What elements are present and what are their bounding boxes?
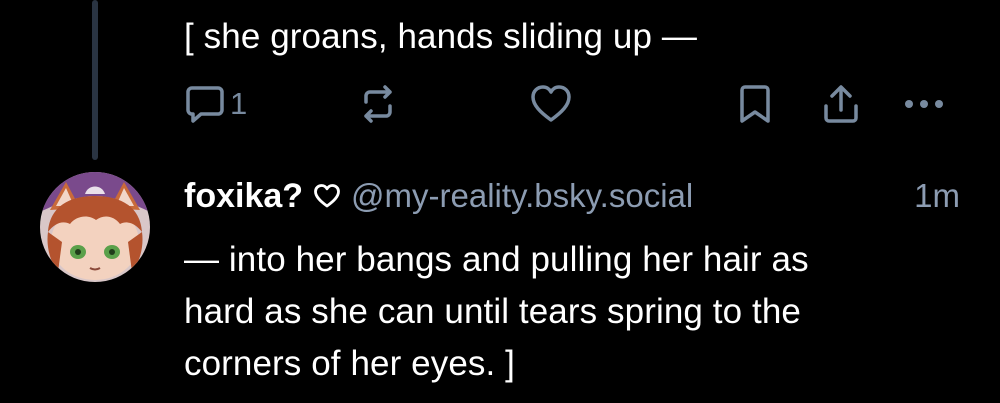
heart-icon (531, 85, 571, 122)
post-body-line: corners of her eyes. ] (184, 344, 515, 383)
like-button[interactable] (530, 82, 572, 126)
post-body-line: — into her bangs and pulling her hair as (184, 240, 809, 279)
reply-button[interactable]: 1 (186, 82, 247, 126)
post-body-line: hard as she can until tears spring to th… (184, 292, 801, 331)
reply-bubble-icon (186, 86, 224, 123)
more-icon (905, 100, 943, 108)
thread-connector-line (92, 0, 98, 160)
bookmark-button[interactable] (739, 82, 771, 126)
share-button[interactable] (822, 82, 860, 126)
heart-outline-icon (313, 183, 341, 209)
post-body: — into her bangs and pulling her hair as… (184, 234, 974, 390)
bookmark-icon (740, 85, 770, 123)
previous-post-text: [ she groans, hands sliding up — (184, 17, 697, 56)
more-options-button[interactable] (902, 82, 946, 126)
reply-count: 1 (230, 86, 248, 121)
fox-girl-avatar-image (40, 172, 150, 282)
post-header: foxika? @my-reality.bsky.social 1m (184, 172, 960, 220)
repost-button[interactable] (358, 82, 398, 126)
post-timestamp[interactable]: 1m (914, 177, 960, 215)
author-handle[interactable]: @my-reality.bsky.social (351, 177, 693, 215)
post-action-bar: 1 (0, 82, 1000, 126)
repost-icon (364, 85, 392, 123)
share-icon (824, 85, 858, 123)
author-display-name[interactable]: foxika? (184, 177, 303, 216)
avatar[interactable] (40, 172, 150, 282)
